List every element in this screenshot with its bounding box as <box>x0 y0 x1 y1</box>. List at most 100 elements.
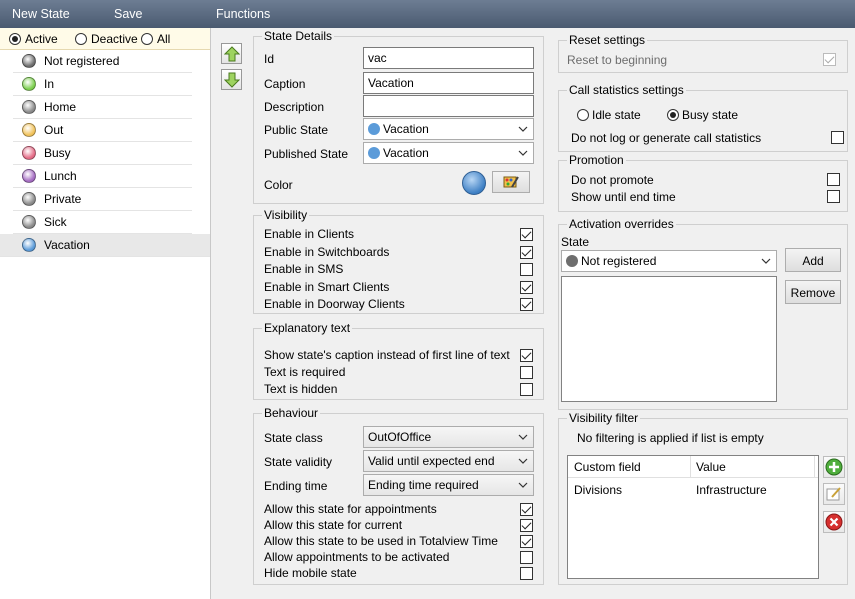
state-color-icon <box>22 169 36 183</box>
no-log-checkbox[interactable] <box>831 131 844 144</box>
behaviour-option-checkbox[interactable] <box>520 535 533 548</box>
id-input[interactable]: vac <box>363 47 534 69</box>
behaviour-option-checkbox[interactable] <box>520 503 533 516</box>
state-class-label: State class <box>264 431 323 445</box>
behaviour-option-label: Allow this state for appointments <box>264 502 437 516</box>
visibility-option-label: Enable in SMS <box>264 262 344 276</box>
behaviour-option-label: Hide mobile state <box>264 566 357 580</box>
caption-input[interactable]: Vacation <box>363 72 534 94</box>
visibility-option-checkbox[interactable] <box>520 228 533 241</box>
visibility-filter-table[interactable]: Custom field Value Divisions Infrastruct… <box>567 455 819 579</box>
state-list-item[interactable]: In <box>13 73 192 96</box>
promotion-title: Promotion <box>567 153 626 167</box>
visibility-option-label: Enable in Switchboards <box>264 244 390 259</box>
move-down-button[interactable] <box>221 69 242 90</box>
state-details-title: State Details <box>262 29 335 43</box>
visibility-option-checkbox[interactable] <box>520 280 533 294</box>
state-validity-select[interactable]: Valid until expected end <box>363 450 534 472</box>
active-radio[interactable] <box>9 33 21 45</box>
state-list-item[interactable]: Not registered <box>13 50 192 73</box>
activation-overrides-group: Activation overrides State Not registere… <box>558 217 848 410</box>
behaviour-option-checkbox[interactable] <box>520 551 533 564</box>
call-stats-title: Call statistics settings <box>567 83 686 97</box>
published-state-label: Published State <box>264 147 349 161</box>
idle-state-label[interactable]: Idle state <box>592 108 641 122</box>
visibility-option-checkbox[interactable] <box>520 263 533 276</box>
new-state-button[interactable]: New State <box>12 7 70 21</box>
column-header[interactable]: Custom field <box>574 460 641 474</box>
published-state-select[interactable]: Vacation <box>363 142 534 164</box>
show-until-end-checkbox[interactable] <box>827 190 840 203</box>
state-label: Vacation <box>44 238 90 252</box>
explanatory-option-checkbox[interactable] <box>520 349 533 362</box>
add-button[interactable]: Add <box>785 248 841 272</box>
state-color-icon <box>22 238 36 252</box>
reset-checkbox[interactable] <box>823 53 836 66</box>
explanatory-option-label: Show state's caption instead of first li… <box>264 348 510 362</box>
chevron-down-icon <box>518 434 528 440</box>
save-button[interactable]: Save <box>114 7 143 21</box>
show-until-end-label: Show until end time <box>571 190 676 204</box>
ending-time-value: Ending time required <box>368 478 479 492</box>
state-color-icon <box>22 215 36 229</box>
chevron-down-icon <box>761 258 771 264</box>
edit-icon <box>826 487 841 501</box>
behaviour-group: Behaviour State class OutOfOffice State … <box>253 406 544 585</box>
public-state-select[interactable]: Vacation <box>363 118 534 140</box>
column-header[interactable]: Value <box>696 460 726 474</box>
explanatory-option-checkbox[interactable] <box>520 366 533 379</box>
visibility-filter-note: No filtering is applied if list is empty <box>577 431 764 445</box>
state-list-item[interactable]: Busy <box>13 142 192 165</box>
behaviour-option-checkbox[interactable] <box>520 567 533 580</box>
state-label: Out <box>44 123 64 137</box>
all-radio[interactable] <box>141 33 153 45</box>
no-log-label: Do not log or generate call statistics <box>571 131 762 145</box>
id-label: Id <box>264 52 275 66</box>
add-filter-button[interactable] <box>823 456 845 478</box>
visibility-option-checkbox[interactable] <box>520 298 533 311</box>
explanatory-option-label: Text is required <box>264 365 346 379</box>
explanatory-option-checkbox[interactable] <box>520 383 533 396</box>
state-list-item[interactable]: Out <box>13 119 192 142</box>
description-input[interactable] <box>363 95 534 117</box>
activation-override-list[interactable] <box>561 276 777 402</box>
color-picker-button[interactable] <box>492 171 530 193</box>
state-label: Home <box>44 100 77 114</box>
active-label[interactable]: Active <box>25 32 58 46</box>
remove-button[interactable]: Remove <box>785 280 841 304</box>
behaviour-option-checkbox[interactable] <box>520 519 533 532</box>
idle-state-radio[interactable] <box>577 109 589 121</box>
behaviour-option-label: Allow appointments to be activated <box>264 550 450 564</box>
state-color-icon <box>22 77 36 91</box>
state-list-item[interactable]: Vacation <box>0 234 210 257</box>
state-list-item[interactable]: Private <box>13 188 192 211</box>
caption-label: Caption <box>264 77 306 91</box>
state-color-icon <box>22 100 36 114</box>
state-color-icon <box>22 123 36 137</box>
state-color-icon <box>22 54 36 68</box>
activation-state-select[interactable]: Not registered <box>561 250 777 272</box>
state-list-item[interactable]: Sick <box>13 211 192 234</box>
all-label[interactable]: All <box>157 32 170 46</box>
color-swatch <box>462 171 486 195</box>
visibility-option-checkbox[interactable] <box>520 245 533 259</box>
state-list-item[interactable]: Lunch <box>13 165 192 188</box>
visibility-option-label: Enable in Clients <box>264 227 355 241</box>
delete-filter-button[interactable] <box>823 511 845 533</box>
busy-state-radio[interactable] <box>667 109 679 121</box>
visibility-option-label: Enable in Smart Clients <box>264 279 390 294</box>
do-not-promote-checkbox[interactable] <box>827 173 840 186</box>
ending-time-select[interactable]: Ending time required <box>363 474 534 496</box>
edit-filter-button[interactable] <box>823 483 845 505</box>
behaviour-title: Behaviour <box>262 406 321 420</box>
state-label: Sick <box>44 215 67 229</box>
table-row[interactable]: Divisions Infrastructure <box>568 479 818 499</box>
move-up-button[interactable] <box>221 43 242 64</box>
deactive-radio[interactable] <box>75 33 87 45</box>
functions-menu[interactable]: Functions <box>216 7 270 21</box>
deactive-label[interactable]: Deactive <box>91 32 138 46</box>
state-class-select[interactable]: OutOfOffice <box>363 426 534 448</box>
activation-state-value: Not registered <box>581 254 657 268</box>
state-list-item[interactable]: Home <box>13 96 192 119</box>
busy-state-label[interactable]: Busy state <box>682 108 738 122</box>
